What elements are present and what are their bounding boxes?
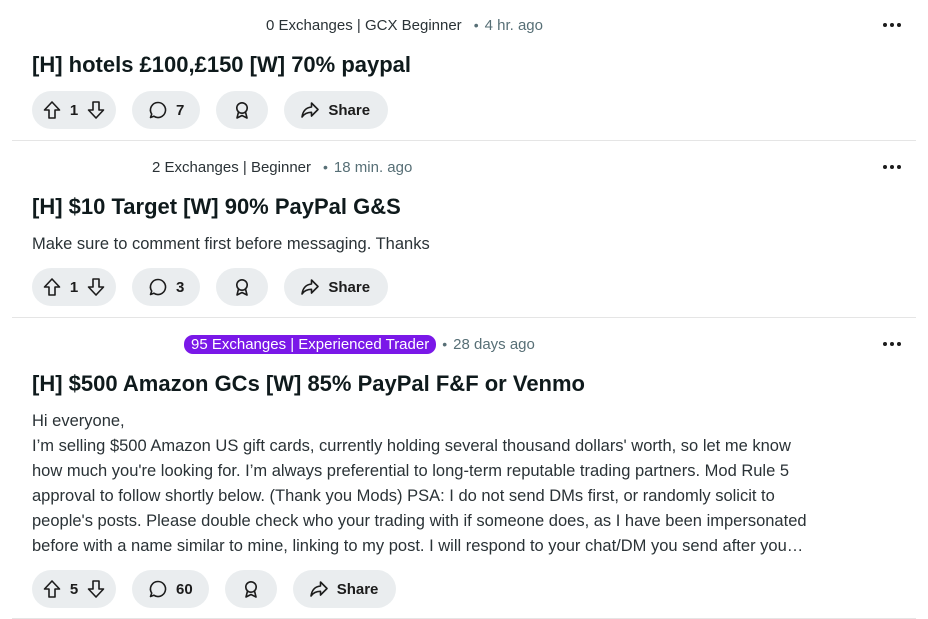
post-meta: 95 Exchanges | Experienced Trader • 28 d… <box>14 329 535 359</box>
share-button[interactable]: Share <box>284 268 389 306</box>
comments-button[interactable]: 60 <box>132 570 209 608</box>
upvote-icon[interactable] <box>42 579 62 599</box>
downvote-icon[interactable] <box>86 277 106 297</box>
post-body: Hi everyone, I’m selling $500 Amazon US … <box>32 409 892 559</box>
comment-icon <box>148 100 168 120</box>
upvote-icon[interactable] <box>42 277 62 297</box>
share-button[interactable]: Share <box>292 570 397 608</box>
comment-count: 60 <box>176 580 193 598</box>
user-flair: 2 Exchanges | Beginner <box>152 158 312 176</box>
more-options-icon[interactable] <box>880 157 904 177</box>
post-time: 4 hr. ago <box>484 16 543 34</box>
vote-control: 1 <box>32 268 116 306</box>
post-body: Make sure to comment first before messag… <box>32 235 430 253</box>
award-button[interactable] <box>224 570 277 608</box>
comment-icon <box>148 579 168 599</box>
post-title[interactable]: [H] $500 Amazon GCs [W] 85% PayPal F&F o… <box>32 371 585 397</box>
post-card[interactable]: 2 Exchanges | Beginner • 18 min. ago [H]… <box>12 141 916 318</box>
downvote-icon[interactable] <box>86 100 106 120</box>
award-button[interactable] <box>216 268 269 306</box>
post-time: 28 days ago <box>453 335 535 353</box>
post-title[interactable]: [H] hotels £100,£150 [W] 70% paypal <box>32 52 411 78</box>
comments-button[interactable]: 7 <box>132 91 201 129</box>
post-title[interactable]: [H] $10 Target [W] 90% PayPal G&S <box>32 194 401 220</box>
redacted-username <box>28 10 260 40</box>
body-line: how much you're looking for. I’m always … <box>32 462 790 480</box>
body-line: people's posts. Please double check who … <box>32 512 807 530</box>
post-card[interactable]: 0 Exchanges | GCX Beginner • 4 hr. ago [… <box>12 0 916 141</box>
downvote-icon[interactable] <box>86 579 106 599</box>
user-flair: 0 Exchanges | GCX Beginner <box>266 16 462 34</box>
vote-control: 5 <box>32 570 116 608</box>
vote-count: 5 <box>69 580 79 598</box>
post-time: 18 min. ago <box>333 158 413 176</box>
comment-icon <box>148 277 168 297</box>
more-options-icon[interactable] <box>880 15 904 35</box>
comment-count: 3 <box>176 278 185 296</box>
share-label: Share <box>336 580 379 598</box>
more-options-icon[interactable] <box>880 334 904 354</box>
award-icon <box>232 100 252 120</box>
body-line: approval to follow shortly below. (Thank… <box>32 487 775 505</box>
share-label: Share <box>328 278 371 296</box>
user-flair: 95 Exchanges | Experienced Trader <box>184 334 437 354</box>
vote-count: 1 <box>69 101 79 119</box>
separator-dot: • <box>323 159 328 175</box>
comment-count: 7 <box>176 101 185 119</box>
post-card[interactable]: 95 Exchanges | Experienced Trader • 28 d… <box>12 318 916 619</box>
redacted-username <box>14 329 184 359</box>
share-button[interactable]: Share <box>284 91 389 129</box>
redacted-username <box>16 152 146 182</box>
share-icon <box>309 579 329 599</box>
award-icon <box>232 277 252 297</box>
body-line: before with a name similar to mine, link… <box>32 537 804 555</box>
separator-dot: • <box>473 17 479 33</box>
post-meta: 2 Exchanges | Beginner • 18 min. ago <box>16 152 413 182</box>
share-icon <box>300 100 320 120</box>
award-icon <box>241 579 261 599</box>
post-meta: 0 Exchanges | GCX Beginner • 4 hr. ago <box>28 10 543 40</box>
separator-dot: • <box>442 336 448 352</box>
vote-count: 1 <box>69 278 79 296</box>
vote-control: 1 <box>32 91 116 129</box>
body-line: I’m selling $500 Amazon US gift cards, c… <box>32 437 791 455</box>
share-icon <box>300 277 320 297</box>
share-label: Share <box>328 101 371 119</box>
body-line: Hi everyone, <box>32 412 125 430</box>
upvote-icon[interactable] <box>42 100 62 120</box>
comments-button[interactable]: 3 <box>132 268 201 306</box>
award-button[interactable] <box>216 91 269 129</box>
